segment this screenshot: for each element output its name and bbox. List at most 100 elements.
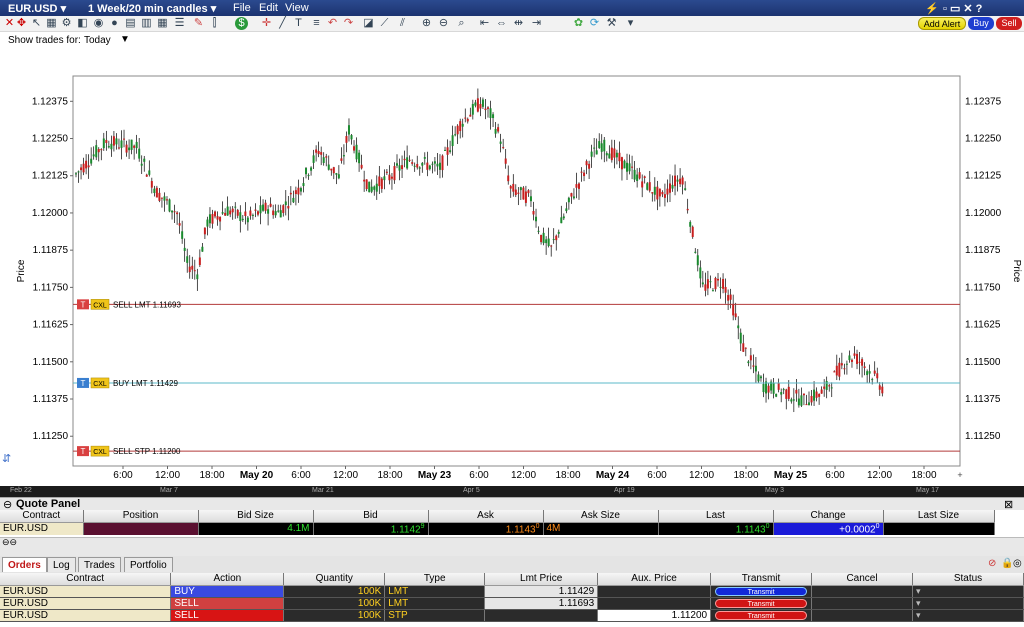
order-quantity[interactable]: 100K [283,585,386,598]
symbol-selector[interactable]: EUR.USD ▾ [8,2,66,15]
wand-icon[interactable]: ⚡ [925,2,939,15]
order-lmt-price[interactable]: 1.11693 [484,597,599,610]
trendline-icon[interactable]: ╱ [276,17,289,30]
pencil-icon[interactable]: ✎ [192,17,205,30]
scroll-left-icon[interactable]: ⇤ [478,17,491,30]
order-row[interactable]: EUR.USD BUY 100K LMT 1.11429 Transmit ▾ [0,585,1024,598]
navigator-strip[interactable]: Feb 22 Mar 7 Mar 21 Apr 5 Apr 19 May 3 May 17 [0,486,1024,497]
menu-edit[interactable]: Edit [259,2,278,14]
order-row[interactable]: EUR.USD SELL 100K STP 1.11200 Transmit ▾ [0,609,1024,622]
order-quantity[interactable]: 100K [283,609,386,622]
order-cancel-cell[interactable] [811,597,913,610]
close-panel-icon[interactable]: ⊠ [1004,498,1013,511]
order-action[interactable]: BUY [170,585,285,598]
status-dropdown-icon[interactable]: ▾ [916,598,921,608]
redo-icon[interactable]: ↷ [342,17,355,30]
orders-header-transmit[interactable]: Transmit [710,573,813,586]
zoom-reset-icon[interactable]: ⌕ [455,17,468,30]
quote-header-bid-size[interactable]: Bid Size [198,510,314,523]
buy-button[interactable]: Buy [968,17,994,30]
refresh-icon[interactable]: ⟳ [588,17,601,30]
chart-settings-icon[interactable]: ⚙ [60,17,73,30]
order-contract[interactable]: EUR.USD [0,585,172,598]
order-aux-price[interactable] [597,597,712,610]
order-type[interactable]: LMT [384,585,486,598]
menu-view[interactable]: View [285,2,309,14]
tab-portfolio[interactable]: Portfolio [124,557,173,572]
palette-icon[interactable]: ✿ [572,17,585,30]
order-lmt-price[interactable] [484,609,599,622]
order-cancel-cell[interactable] [811,585,913,598]
order-contract[interactable]: EUR.USD [0,609,172,622]
quote-header-last-size[interactable]: Last Size [883,510,995,523]
line-tool-icon[interactable]: ⟋ [378,17,391,30]
shape-icon[interactable]: ◪ [362,17,375,30]
transmit-button[interactable]: Transmit [715,610,808,620]
dropdown-icon[interactable]: ▾ [624,17,637,30]
quote-header-ask[interactable]: Ask [428,510,544,523]
order-aux-price[interactable] [597,585,712,598]
order-contract[interactable]: EUR.USD [0,597,172,610]
quote-bid[interactable]: 1.11429 [313,522,429,535]
settings-icon[interactable]: ◎ [1013,558,1022,569]
order-lmt-price[interactable]: 1.11429 [484,585,599,598]
quote-header-change[interactable]: Change [773,510,884,523]
circle-icon[interactable]: ◉ [92,17,105,30]
show-trades-select[interactable]: Today [84,35,111,46]
orders-header-aux-price[interactable]: Aux. Price [597,573,712,586]
indicator-icon[interactable]: ⫿ [208,17,221,30]
tab-orders[interactable]: Orders [2,557,47,572]
order-cancel-cell[interactable] [811,609,913,622]
bars-icon[interactable]: ▥ [140,17,153,30]
sphere-icon[interactable]: ● [108,17,121,30]
chevron-down-icon[interactable]: ▼ [120,34,130,45]
order-row[interactable]: EUR.USD SELL 100K LMT 1.11693 Transmit ▾ [0,597,1024,610]
orders-header-type[interactable]: Type [384,573,486,586]
quote-header-last[interactable]: Last [658,510,774,523]
text-tool-icon[interactable]: T [292,17,305,30]
lock-icon[interactable]: 🔒 [1001,558,1013,569]
move-icon[interactable]: ✥ [15,17,28,30]
sell-button[interactable]: Sell [996,17,1022,30]
orders-header-status[interactable]: Status [912,573,1024,586]
quote-ask[interactable]: 1.11430 [428,522,544,535]
zoom-out-icon[interactable]: ⊖ [437,17,450,30]
order-type[interactable]: LMT [384,597,486,610]
pointer-icon[interactable]: ↖ [30,17,43,30]
quote-header-contract[interactable]: Contract [0,510,84,523]
orders-header-contract[interactable]: Contract [0,573,172,586]
order-status-cell[interactable]: ▾ [912,585,1024,598]
tab-log[interactable]: Log [47,557,76,572]
bar-style-icon[interactable]: ◧ [76,17,89,30]
zoom-in-icon[interactable]: ⊕ [420,17,433,30]
layers-icon[interactable]: ▤ [124,17,137,30]
collapse-icon[interactable]: ⊖⊖ [2,537,17,548]
order-action[interactable]: SELL [170,609,285,622]
order-action[interactable]: SELL [170,597,285,610]
orders-header-cancel[interactable]: Cancel [811,573,913,586]
table-icon[interactable]: ▦ [156,17,169,30]
order-status-cell[interactable]: ▾ [912,609,1024,622]
crosshair-icon[interactable]: ✛ [260,17,273,30]
no-sign-icon[interactable]: ⊘ [988,558,996,569]
order-aux-price[interactable]: 1.11200 [597,609,712,622]
order-status-cell[interactable]: ▾ [912,597,1024,610]
price-chart[interactable]: 1.12375 1.12375 1.12250 1.12250 1.12125 1.121… [0,48,1024,486]
tab-trades[interactable]: Trades [78,557,121,572]
window-controls[interactable]: ▫ ▭ ✕ ? [943,2,982,15]
quote-contract[interactable]: EUR.USD [0,522,84,535]
quote-header-ask-size[interactable]: Ask Size [543,510,659,523]
expand-icon[interactable]: ⇔ [495,17,508,30]
compress-icon[interactable]: ⇹ [512,17,525,30]
transmit-button[interactable]: Transmit [715,598,808,608]
undo-icon[interactable]: ↶ [326,17,339,30]
quote-row[interactable]: EUR.USD 4.1M 1.11429 1.11430 4M 1.11430 … [0,522,995,535]
period-selector[interactable]: 1 Week/20 min candles ▾ [88,2,216,15]
order-type[interactable]: STP [384,609,486,622]
dollar-icon[interactable]: $ [235,17,248,30]
wrench-icon[interactable]: ⚒ [605,17,618,30]
quote-header-position[interactable]: Position [83,510,199,523]
status-dropdown-icon[interactable]: ▾ [916,610,921,620]
chart-canvas[interactable]: 1.12375 1.12375 1.12250 1.12250 1.12125 1.121… [0,48,1024,486]
order-quantity[interactable]: 100K [283,597,386,610]
